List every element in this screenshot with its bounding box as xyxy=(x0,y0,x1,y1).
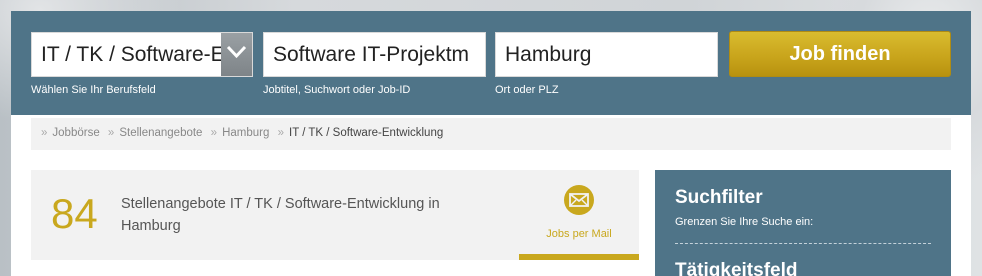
result-description: Stellenangebote IT / TK / Software-Entwi… xyxy=(121,196,440,234)
profession-select-value: IT / TK / Software-Entwicklung xyxy=(41,43,223,66)
jobs-per-mail-link[interactable]: Jobs per Mail xyxy=(519,170,639,260)
breadcrumb-separator: » xyxy=(107,127,115,139)
breadcrumb-separator: » xyxy=(210,127,218,139)
jobs-per-mail-label: Jobs per Mail xyxy=(546,228,612,240)
job-find-button[interactable]: Job finden xyxy=(729,31,951,77)
breadcrumb-link-hamburg[interactable]: Hamburg xyxy=(222,127,269,139)
profession-hint: Wählen Sie Ihr Berufsfeld xyxy=(31,84,156,96)
breadcrumb: » Jobbörse » Stellenangebote » Hamburg » IT … xyxy=(31,118,951,150)
main-content: » Jobbörse » Stellenangebote » Hamburg » IT … xyxy=(11,115,971,276)
chevron-down-icon xyxy=(226,45,247,59)
search-bar: IT / TK / Software-Entwicklung Wählen Si… xyxy=(11,11,971,115)
result-count: 84 xyxy=(51,190,98,237)
breadcrumb-current: IT / TK / Software-Entwicklung xyxy=(289,127,444,139)
select-arrow-button[interactable] xyxy=(221,33,252,76)
filter-divider xyxy=(675,243,931,244)
filter-section-taetigkeitsfeld[interactable]: Tätigkeitsfeld xyxy=(675,260,797,276)
breadcrumb-link-jobboerse[interactable]: Jobbörse xyxy=(52,127,99,139)
location-hint: Ort oder PLZ xyxy=(495,84,559,96)
envelope-icon xyxy=(564,185,594,215)
location-input-value: Hamburg xyxy=(505,43,592,66)
keyword-input[interactable]: Software IT-Projektm xyxy=(263,32,486,77)
search-filter-panel: Suchfilter Grenzen Sie Ihre Suche ein: T… xyxy=(655,170,951,276)
result-count-box: 84 Stellenangebote IT / TK / Software-En… xyxy=(31,170,639,260)
breadcrumb-link-stellenangebote[interactable]: Stellenangebote xyxy=(119,127,202,139)
keyword-input-value: Software IT-Projektm xyxy=(273,43,470,66)
keyword-hint: Jobtitel, Suchwort oder Job-ID xyxy=(263,84,411,96)
location-input[interactable]: Hamburg xyxy=(495,32,718,77)
breadcrumb-separator: » xyxy=(41,127,48,139)
breadcrumb-separator: » xyxy=(277,127,284,139)
filter-subtitle: Grenzen Sie Ihre Suche ein: xyxy=(675,216,814,228)
filter-title: Suchfilter xyxy=(675,187,763,208)
profession-select[interactable]: IT / TK / Software-Entwicklung xyxy=(31,32,253,77)
